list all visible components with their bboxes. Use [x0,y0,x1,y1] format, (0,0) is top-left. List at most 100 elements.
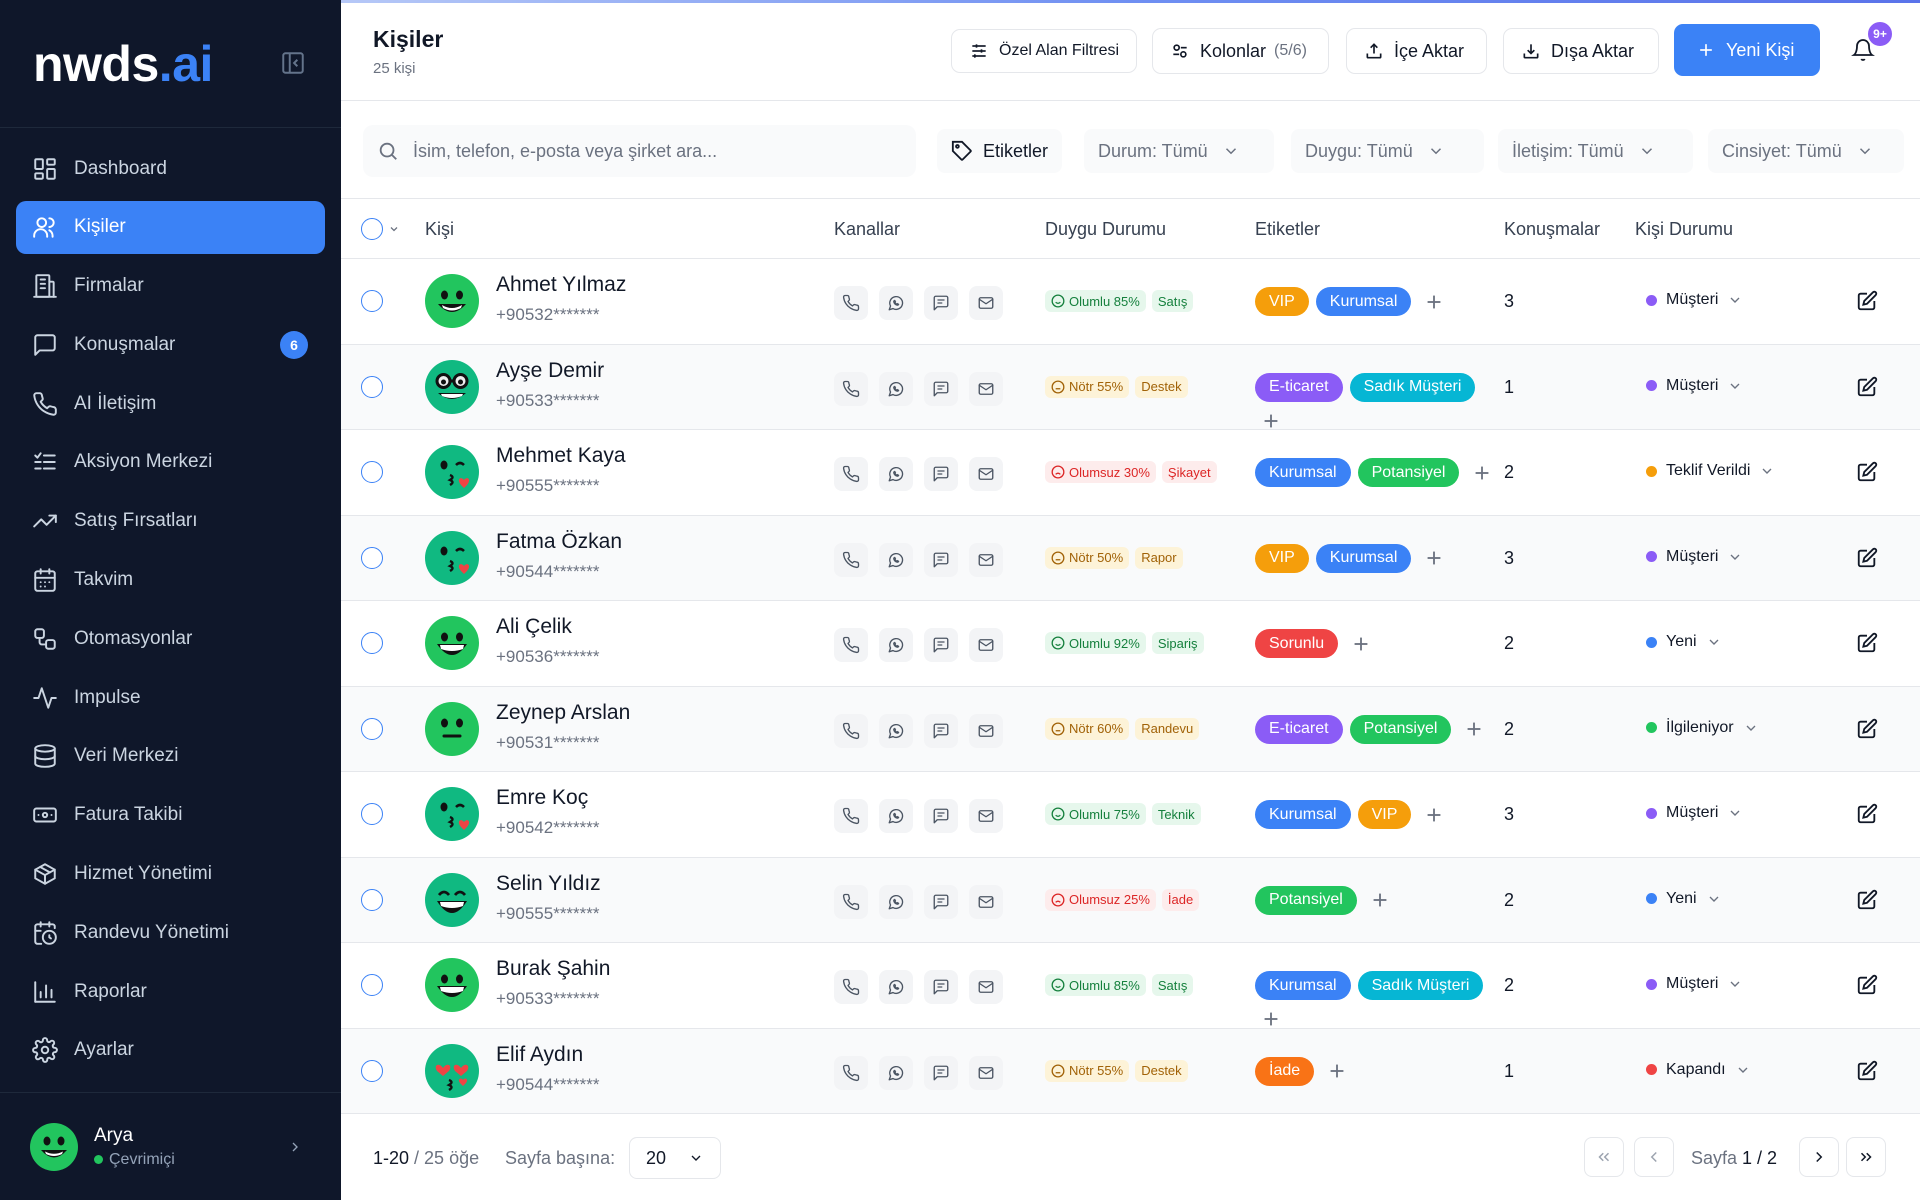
tag-chip[interactable]: VIP [1255,543,1309,573]
sidebar-item-dashboard[interactable]: Dashboard [16,142,325,195]
column-sentiment[interactable]: Duygu Durumu [1045,219,1166,240]
channel-phone-button[interactable] [834,628,868,662]
row-select-checkbox[interactable] [361,974,383,996]
channel-phone-button[interactable] [834,970,868,1004]
channel-message-button[interactable] [924,542,958,577]
last-page-button[interactable] [1846,1137,1886,1177]
tag-chip[interactable]: Sadık Müşteri [1349,372,1476,402]
sidebar-item-workflow[interactable]: Otomasyonlar [16,612,325,665]
next-page-button[interactable] [1799,1137,1839,1177]
contact-status-select[interactable]: İlgileniyor [1646,719,1759,737]
column-channels[interactable]: Kanallar [834,219,900,240]
add-tag-icon[interactable] [1260,1008,1282,1030]
sidebar-item-banknote[interactable]: Fatura Takibi [16,789,325,842]
edit-icon[interactable] [1856,547,1878,569]
add-tag-icon[interactable] [1423,804,1445,826]
channel-phone-button[interactable] [834,371,868,406]
tag-chip[interactable]: Kurumsal [1315,543,1412,573]
channel-mail-button[interactable] [969,628,1003,662]
avatar[interactable] [425,701,479,756]
sidebar-collapse-icon[interactable] [280,50,306,76]
contact-status-select[interactable]: Müşteri [1646,377,1743,395]
column-conversations[interactable]: Konuşmalar [1504,219,1600,240]
tag-chip[interactable]: VIP [1357,800,1412,829]
channel-whatsapp-button[interactable] [879,628,913,662]
add-tag-icon[interactable] [1423,547,1445,569]
avatar[interactable] [425,274,479,328]
tag-chip[interactable]: Kurumsal [1315,287,1412,316]
add-tag-icon[interactable] [1350,633,1372,655]
user-profile[interactable]: Arya Çevrimiçi [0,1092,341,1200]
table-row[interactable]: Ayşe Demir +90533******* Nötr 55% Destek E-t… [341,344,1920,432]
sidebar-item-gear[interactable]: Ayarlar [16,1024,325,1077]
tag-chip[interactable]: VIP [1255,287,1309,316]
column-tags[interactable]: Etiketler [1255,219,1320,240]
sidebar-item-users[interactable]: Kişiler [16,200,325,254]
new-contact-button[interactable]: Yeni Kişi [1674,24,1820,76]
table-row[interactable]: Burak Şahin +90533******* Olumlu 85% Satış K… [341,943,1920,1029]
row-select-checkbox[interactable] [361,717,383,740]
row-select-checkbox[interactable] [361,375,383,398]
sidebar-item-phone[interactable]: AI İletişim [16,377,325,430]
sidebar-item-list-check[interactable]: Aksiyon Merkezi [16,436,325,489]
table-row[interactable]: Elif Aydın +90544******* Nötr 55% Destek İad… [341,1028,1920,1114]
contact-name[interactable]: Zeynep Arslan [496,701,630,725]
edit-icon[interactable] [1856,803,1878,825]
channel-message-button[interactable] [924,713,958,748]
row-select-checkbox[interactable] [361,546,383,569]
contact-filter-select[interactable]: İletişim: Tümü [1498,129,1693,173]
tag-chip[interactable]: İade [1255,1056,1315,1086]
logo[interactable]: nwds.ai [33,35,213,93]
edit-icon[interactable] [1856,632,1878,654]
contact-status-select[interactable]: Müşteri [1646,291,1743,309]
chevron-right-icon[interactable] [287,1139,303,1155]
avatar[interactable] [425,1043,479,1098]
tag-chip[interactable]: Kurumsal [1255,800,1351,829]
chevron-down-icon[interactable] [388,223,400,235]
channel-whatsapp-button[interactable] [879,371,913,406]
sidebar-item-trending-up[interactable]: Satış Fırsatları [16,495,325,548]
edit-icon[interactable] [1856,376,1878,398]
channel-whatsapp-button[interactable] [879,1055,913,1090]
row-select-checkbox[interactable] [361,461,383,483]
channel-whatsapp-button[interactable] [879,970,913,1004]
row-select-checkbox[interactable] [361,888,383,911]
columns-button[interactable]: Kolonlar (5/6) [1152,28,1329,74]
add-tag-icon[interactable] [1260,410,1282,432]
column-person[interactable]: Kişi [425,219,454,240]
contact-status-select[interactable]: Müşteri [1646,804,1743,822]
status-filter-select[interactable]: Durum: Tümü [1084,129,1274,173]
channel-mail-button[interactable] [969,713,1003,748]
contact-name[interactable]: Ali Çelik [496,615,572,639]
first-page-button[interactable] [1584,1137,1624,1177]
table-row[interactable]: Fatma Özkan +90544******* Nötr 50% Rapor VIP… [341,515,1920,601]
contact-name[interactable]: Ayşe Demir [496,359,604,383]
channel-message-button[interactable] [924,799,958,833]
contact-status-select[interactable]: Yeni [1646,890,1722,908]
channel-message-button[interactable] [924,970,958,1004]
sidebar-item-building[interactable]: Firmalar [16,260,325,313]
add-tag-icon[interactable] [1471,462,1493,484]
contact-status-select[interactable]: Kapandı [1646,1061,1751,1079]
tag-chip[interactable]: Sorunlu [1255,629,1339,658]
custom-field-filter-button[interactable]: Özel Alan Filtresi [951,29,1138,73]
table-row[interactable]: Emre Koç +90542******* Olumlu 75% Teknik Kur… [341,772,1920,858]
contact-status-select[interactable]: Müşteri [1646,975,1743,993]
sidebar-item-calendar-clock[interactable]: Randevu Yönetimi [16,906,325,959]
channel-message-button[interactable] [924,371,958,406]
edit-icon[interactable] [1856,718,1878,740]
channel-mail-button[interactable] [969,884,1003,919]
avatar[interactable] [425,359,479,414]
sidebar-item-bar-chart[interactable]: Raporlar [16,965,325,1018]
contact-name[interactable]: Emre Koç [496,786,588,810]
table-row[interactable]: Ali Çelik +90536******* Olumlu 92% Sipariş S… [341,601,1920,687]
export-button[interactable]: Dışa Aktar [1503,28,1659,74]
per-page-select[interactable]: 20 [629,1137,721,1179]
channel-whatsapp-button[interactable] [879,713,913,748]
select-all-checkbox[interactable] [361,218,383,240]
channel-mail-button[interactable] [969,286,1003,320]
contact-status-select[interactable]: Müşteri [1646,548,1743,566]
edit-icon[interactable] [1856,461,1878,483]
channel-phone-button[interactable] [834,1055,868,1090]
sidebar-item-chat[interactable]: Konuşmalar 6 [16,318,325,371]
